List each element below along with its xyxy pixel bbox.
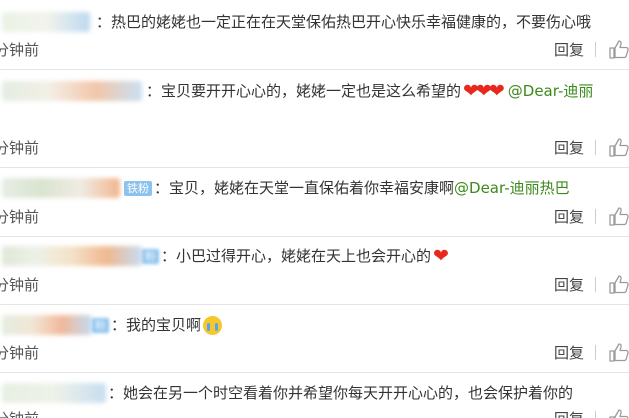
username-blurred[interactable] [2, 383, 106, 403]
thumbs-up-icon[interactable] [608, 137, 629, 157]
divider [595, 140, 596, 155]
thumbs-up-icon[interactable] [608, 39, 629, 59]
reply-button[interactable]: 回复 [554, 137, 584, 158]
red-heart-icon: ❤❤❤ [463, 80, 505, 102]
comment-time: 分钟前 [0, 208, 40, 226]
comment-text: ：宝贝，姥姥在天堂一直保佑着你幸福安康啊 [154, 179, 455, 197]
comment-text: ：小巴过得开心，姥姥在天上也会开心的 [161, 247, 432, 265]
comment-feed: ：热巴的姥姥也一定正在在天堂保佑热巴开心快乐幸福健康的，不要伤心哦 分钟前 回复… [0, 0, 629, 418]
comment-time: 分钟前 [0, 139, 40, 157]
comment-text: ：我的宝贝啊 [111, 316, 202, 334]
divider [595, 277, 596, 292]
comment-time: 分钟前 [0, 408, 39, 418]
divider [595, 42, 596, 57]
fan-badge: 铁粉 [124, 180, 152, 196]
thumbs-up-icon[interactable] [608, 342, 629, 362]
mention-link[interactable]: @Dear-迪丽 [508, 80, 594, 102]
reply-button[interactable]: 回复 [554, 342, 584, 363]
comment-divider [0, 69, 629, 70]
comment-text: ：热巴的姥姥也一定正在在天堂保佑热巴开心快乐幸福健康的，不要伤心哦 [96, 13, 592, 31]
comment-time: 分钟前 [0, 276, 40, 294]
thumbs-up-icon[interactable] [608, 206, 629, 226]
fan-badge: 粉 [92, 317, 109, 333]
comment-divider [0, 236, 629, 237]
crying-face-icon [203, 315, 223, 335]
reply-button[interactable]: 回复 [554, 274, 584, 295]
red-heart-icon: ❤ [433, 245, 449, 267]
comment-time: 分钟前 [0, 344, 40, 362]
reply-button[interactable]: 回复 [554, 206, 584, 227]
comment-time: 分钟前 [0, 41, 40, 59]
comment-divider [0, 167, 629, 168]
thumbs-up-icon[interactable] [608, 408, 629, 418]
fan-badge: 粉 [142, 248, 159, 264]
username-blurred[interactable] [2, 12, 90, 32]
divider [595, 209, 596, 224]
comment-divider [0, 304, 629, 305]
username-blurred[interactable] [2, 81, 142, 101]
reply-button[interactable]: 回复 [554, 39, 584, 60]
username-blurred[interactable] [2, 178, 120, 198]
comment-text: ：宝贝要开开心心的，姥姥一定也是这么希望的 [146, 82, 462, 100]
divider [595, 345, 596, 360]
username-blurred[interactable] [2, 315, 92, 335]
username-blurred[interactable] [2, 246, 142, 266]
mention-link[interactable]: @Dear-迪丽热巴 [454, 177, 570, 199]
thumbs-up-icon[interactable] [608, 274, 629, 294]
divider [595, 411, 596, 418]
comment-text: ：她会在另一个时空看着你并希望你每天开开心心的，也会保护着你的 [108, 384, 574, 402]
reply-button[interactable]: 回复 [554, 408, 584, 418]
comment-divider [0, 372, 629, 373]
